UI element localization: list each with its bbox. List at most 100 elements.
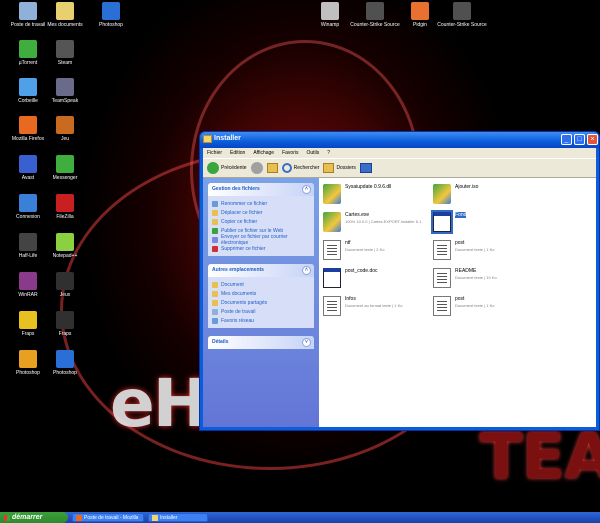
forward-button[interactable] [250, 162, 263, 174]
file-item[interactable]: post Document texte | 1 Ko [433, 238, 533, 264]
menu-item[interactable]: Fichier [207, 150, 222, 156]
desktop-app-icon [453, 2, 471, 20]
file-tasks-header[interactable]: Gestion des fichiers ˄ [208, 183, 314, 196]
desktop-icon-label: Steam [57, 60, 73, 66]
menu-item[interactable]: Edition [230, 150, 245, 156]
expand-chevron-icon[interactable]: ˅ [302, 338, 311, 347]
file-item[interactable]: Infos Document au format texte | 1 Ko [323, 294, 423, 320]
text-document-icon [323, 240, 341, 260]
task-link[interactable]: Copier ce fichier [212, 217, 310, 226]
task-link[interactable]: Envoyer ce fichier par courrier électron… [212, 234, 310, 246]
menu-item[interactable]: Outils [306, 150, 319, 156]
task-link[interactable]: Document [212, 280, 310, 289]
desktop-icon[interactable]: Photoshop [86, 2, 136, 28]
other-places-panel: Autres emplacements ˄ Document Mes docume… [208, 264, 314, 328]
task-icon [212, 218, 218, 225]
task-link-label: Mes documents [221, 290, 257, 297]
file-item[interactable]: Fond [431, 210, 533, 236]
desktop-icon-label: Fraps [58, 331, 72, 337]
other-places-header[interactable]: Autres emplacements ˄ [208, 264, 314, 277]
desktop-icon-label: Photoshop [53, 370, 77, 376]
desktop-icon[interactable]: Mes documents [40, 2, 90, 28]
desktop-icon[interactable]: Notepad++ [40, 233, 90, 259]
task-link[interactable]: Documents partagés [212, 298, 310, 307]
folder-icon [203, 135, 212, 143]
collapse-chevron-icon[interactable]: ˄ [302, 185, 311, 194]
start-label: démarrer [12, 514, 43, 521]
desktop-icon[interactable]: Photoshop [40, 350, 90, 376]
file-item[interactable]: post Document texte | 1 Ko [433, 294, 533, 320]
desktop-icon[interactable]: FileZilla [40, 194, 90, 220]
desktop-app-icon [366, 2, 384, 20]
desktop-icon[interactable]: Counter-Strike Source [350, 2, 400, 28]
desktop-icon[interactable]: Winamp [305, 2, 355, 28]
details-header[interactable]: Détails ˅ [208, 336, 314, 349]
up-folder-button[interactable] [266, 163, 278, 173]
file-item[interactable]: Ajouter.iso [433, 182, 533, 208]
desktop-icon[interactable]: Fraps [40, 311, 90, 337]
desktop-icon[interactable]: Counter-Strike Source [437, 2, 487, 28]
details-title: Détails [212, 339, 229, 345]
desktop-icon[interactable]: Jeu [40, 116, 90, 142]
menu-item[interactable]: ? [327, 150, 330, 156]
folders-button[interactable]: Dossiers [323, 163, 356, 173]
file-item[interactable]: Cartes.exe 100% 10.0.0 | Cartes.EXPORT.In… [323, 210, 423, 236]
task-pane: Gestion des fichiers ˄ Renommer ce fichi… [203, 178, 319, 427]
file-detail: Document texte | 1 Ko [455, 303, 495, 308]
search-button[interactable]: Rechercher [281, 163, 319, 173]
menu-item[interactable]: Affichage [253, 150, 274, 156]
title-bar[interactable]: Installer _ □ × [200, 132, 599, 148]
file-item[interactable]: Sysaiupdate 0.9.6.dll [323, 182, 423, 208]
task-link[interactable]: Mes documents [212, 289, 310, 298]
file-item[interactable]: README Document texte | 10 Ko [433, 266, 533, 292]
task-icon [212, 281, 218, 288]
back-label: Précédente [221, 165, 247, 171]
file-name: README [455, 268, 477, 274]
window-file-icon [431, 210, 453, 234]
file-detail: Document texte | 10 Ko [455, 275, 497, 280]
details-panel: Détails ˅ [208, 336, 314, 349]
file-item[interactable]: ntf Document texte | 2 Ko [323, 238, 423, 264]
task-link[interactable]: Renommer ce fichier [212, 199, 310, 208]
file-detail: 100% 10.0.0 | Cartes.EXPORT.Installer 5.… [345, 219, 422, 224]
views-button[interactable] [359, 163, 372, 173]
close-button[interactable]: × [587, 134, 598, 145]
file-name: Cartes.exe [345, 212, 370, 218]
task-icon [212, 227, 218, 234]
task-link-label: Documents partagés [221, 299, 268, 306]
maximize-button[interactable]: □ [574, 134, 585, 145]
desktop-icon[interactable]: TeamSpeak [40, 78, 90, 104]
task-link[interactable]: Favoris réseau [212, 316, 310, 325]
desktop-app-icon [56, 116, 74, 134]
window-title: Installer [214, 135, 241, 142]
collapse-chevron-icon[interactable]: ˄ [302, 266, 311, 275]
firefox-icon [76, 514, 82, 521]
desktop-app-icon [56, 194, 74, 212]
desktop-app-icon [19, 78, 37, 96]
views-icon [359, 163, 372, 173]
back-arrow-icon [207, 162, 219, 174]
desktop-app-icon [56, 350, 74, 368]
text-document-icon [433, 240, 451, 260]
taskbar-button-label: Installer [160, 514, 178, 521]
desktop-icon[interactable]: Steam [40, 40, 90, 66]
explorer-window: Installer _ □ × Fichier Edition Affichage F… [199, 131, 600, 431]
task-link[interactable]: Déplacer ce fichier [212, 208, 310, 217]
file-name: post_code.doc [345, 268, 378, 274]
task-link[interactable]: Poste de travail [212, 307, 310, 316]
desktop-app-icon [56, 40, 74, 58]
taskbar-button[interactable]: Installer [148, 513, 208, 522]
file-list: Sysaiupdate 0.9.6.dll Ajouter.iso Cartes.e… [319, 178, 596, 427]
menu-item[interactable]: Favoris [282, 150, 298, 156]
task-icon [212, 236, 218, 243]
desktop-icon[interactable]: Messenger [40, 155, 90, 181]
desktop-icon[interactable]: Jeux [40, 272, 90, 298]
back-button[interactable]: Précédente [207, 162, 247, 174]
minimize-button[interactable]: _ [561, 134, 572, 145]
taskbar-button[interactable]: Poste de travail - Mozilla [72, 513, 144, 522]
file-item[interactable]: post_code.doc [323, 266, 423, 292]
desktop-icon-label: Counter-Strike Source [350, 22, 400, 28]
toolbar: Précédente Rechercher Dossiers [203, 158, 596, 178]
start-button[interactable]: démarrer [0, 512, 68, 523]
setup-file-icon [433, 184, 451, 204]
